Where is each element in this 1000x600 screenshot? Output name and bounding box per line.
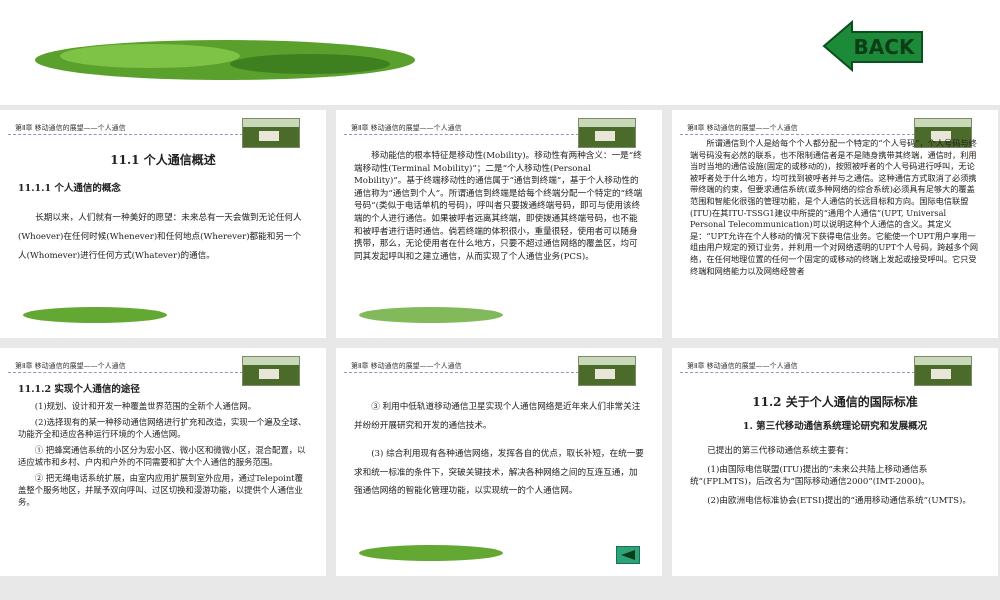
slide-body: 移动能信的根本特征是移动性(Mobility)。移动性有两种含义：一是“终端移动… (354, 150, 644, 263)
landscape-thumbnail (914, 356, 972, 386)
slide-header: 第Ⅱ章 移动通信的展望——个人通信 (15, 124, 126, 132)
back-arrow-icon: BACK (822, 19, 923, 73)
slide-body: 11.2 关于个人通信的国际标准 1. 第三代移动通信系统理论研究和发展概况 已… (690, 396, 980, 508)
landscape-thumbnail (578, 356, 636, 386)
triangle-left-icon (621, 550, 635, 560)
header-divider (8, 134, 243, 135)
slide-body: 11.1 个人通信概述 11.1.1 个人通信的概念 长期以来，人们就有一种美好… (18, 154, 308, 266)
slide-2[interactable]: 第Ⅱ章 移动通信的展望——个人通信 移动能信的根本特征是移动性(Mobility… (336, 110, 662, 338)
slide-6[interactable]: 第Ⅱ章 移动通信的展望——个人通信 11.2 关于个人通信的国际标准 1. 第三… (672, 348, 998, 576)
landscape-thumbnail (242, 356, 300, 386)
slide-title: 11.2 关于个人通信的国际标准 (752, 395, 918, 409)
header-divider (680, 372, 915, 373)
paragraph: (1)由国际电信联盟(ITU)提出的“未来公共陆上移动通信系统”(FPLMTS)… (690, 464, 930, 488)
slide-5[interactable]: 第Ⅱ章 移动通信的展望——个人通信 ③ 利用中低轨道移动通信卫星实现个人通信网络… (336, 348, 662, 576)
previous-slide-button[interactable] (616, 546, 640, 564)
slide-3[interactable]: 第Ⅱ章 移动通信的展望——个人通信 所谓通信到个人是给每个个人都分配一个特定的“… (672, 110, 998, 338)
slide-1[interactable]: 第Ⅱ章 移动通信的展望——个人通信 11.1 个人通信概述 11.1.1 个人通… (0, 110, 326, 338)
leaf-decoration-icon (35, 40, 415, 80)
paragraph: 已提出的第三代移动通信系统主要有： (707, 446, 854, 457)
slide-header: 第Ⅱ章 移动通信的展望——个人通信 (351, 124, 462, 132)
leaf-decoration-icon (359, 545, 503, 561)
leaf-decoration-icon (23, 307, 167, 323)
header-divider (344, 372, 579, 373)
back-button[interactable]: BACK (822, 18, 926, 74)
header-divider (344, 134, 579, 135)
slide-header: 第Ⅱ章 移动通信的展望——个人通信 (15, 362, 126, 370)
slide-subtitle: 11.1.2 实现个人通信的途径 (18, 384, 140, 395)
slide-header: 第Ⅱ章 移动通信的展望——个人通信 (351, 362, 462, 370)
paragraph: (2)选择现有的某一种移动通信网络进行扩充和改造，实现一个遍及全球、功能齐全和适… (18, 417, 307, 439)
header-divider (680, 134, 915, 135)
slide-body: 11.1.2 实现个人通信的途径 (1)规划、设计和开发一种覆盖世界范围的全新个… (18, 384, 308, 508)
leaf-decoration-icon (359, 307, 503, 323)
landscape-thumbnail (578, 118, 636, 148)
header-divider (8, 372, 243, 373)
paragraph: 移动能信的根本特征是移动性(Mobility)。移动性有两种含义：一是“终端移动… (354, 151, 643, 262)
slide-body: ③ 利用中低轨道移动通信卫星实现个人通信网络是近年来人们非常关注并纷纷开展研究和… (354, 398, 644, 501)
slide-title: 11.1 个人通信概述 (110, 153, 216, 167)
paragraph: ② 把无绳电话系统扩展，由室内应用扩展到室外应用，通过Telepoint覆盖整个… (18, 473, 303, 507)
landscape-thumbnail (242, 118, 300, 148)
slide-header: 第Ⅱ章 移动通信的展望——个人通信 (687, 124, 798, 132)
paragraph: (2)由欧洲电信标准协会(ETSI)提出的“通用移动通信系统”(UMTS)。 (707, 495, 971, 506)
paragraph: ③ 利用中低轨道移动通信卫星实现个人通信网络是近年来人们非常关注并纷纷开展研究和… (354, 402, 641, 431)
slide-subtitle: 11.1.1 个人通信的概念 (18, 182, 121, 194)
top-banner: BACK (0, 0, 1000, 105)
paragraph: (3) 综合利用现有各种通信网络，发挥各自的优点，取长补短，在统一要求和统一标准… (354, 449, 644, 496)
slide-subtitle: 1. 第三代移动通信系统理论研究和发展概况 (742, 420, 928, 432)
slide-4[interactable]: 第Ⅱ章 移动通信的展望——个人通信 11.1.2 实现个人通信的途径 (1)规划… (0, 348, 326, 576)
paragraph: (1)规划、设计和开发一种覆盖世界范围的全新个人通信网。 (34, 401, 257, 411)
paragraph: 所谓通信到个人是给每个个人都分配一个特定的“个人号码”，个人号码与终端号码没有必… (690, 138, 979, 276)
slide-header: 第Ⅱ章 移动通信的展望——个人通信 (687, 362, 798, 370)
paragraph: 长期以来，人们就有一种美好的愿望：未来总有一天会做到无论任何人(Whoever)… (18, 213, 302, 262)
paragraph: ① 把蜂窝通信系统的小区分为宏小区、微小区和微微小区，混合配置，以适应城市和乡村… (18, 445, 306, 467)
slide-body: 所谓通信到个人是给每个个人都分配一个特定的“个人号码”，个人号码与终端号码没有必… (690, 138, 980, 277)
back-button-label: BACK (854, 35, 916, 59)
